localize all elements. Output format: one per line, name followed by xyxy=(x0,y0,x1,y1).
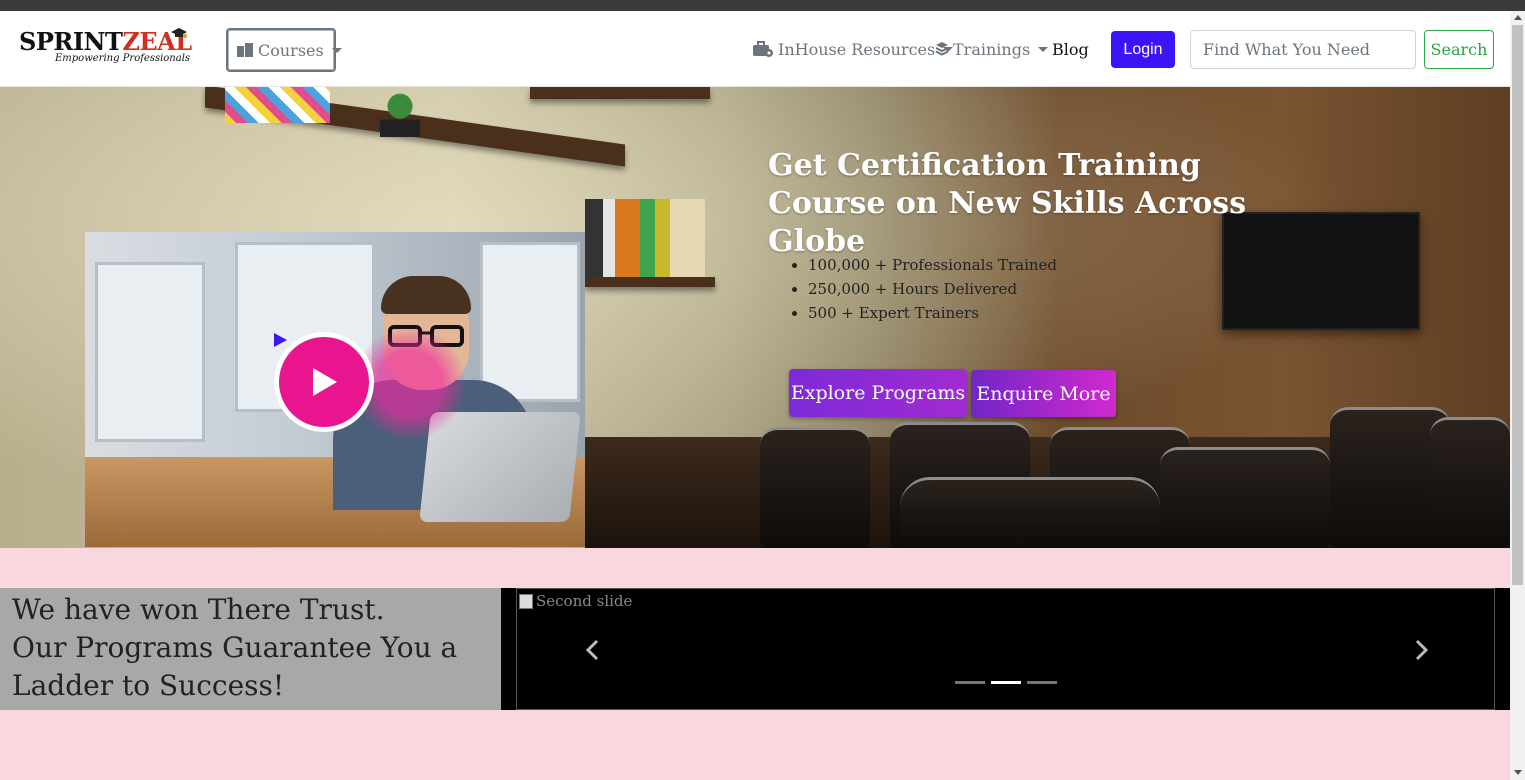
nav-blog-link[interactable]: Blog xyxy=(1052,37,1089,61)
shelf-decoration xyxy=(530,87,710,99)
chair-decoration xyxy=(1430,417,1510,548)
carousel-slide: Second slide xyxy=(516,588,1495,710)
navbar: SPRINTZEAL Empowering Professionals Cour… xyxy=(0,11,1510,87)
hero-stats-list: 100,000 + Professionals Trained 250,000 … xyxy=(808,253,1057,325)
chevron-right-icon xyxy=(1415,639,1429,661)
video-play-button[interactable] xyxy=(274,332,374,432)
books-decoration xyxy=(585,199,705,277)
toolbox-icon xyxy=(753,41,773,57)
chair-decoration xyxy=(1160,447,1330,548)
graduation-cap-icon xyxy=(171,28,187,38)
explore-programs-button[interactable]: Explore Programs xyxy=(789,369,967,417)
courses-dropdown-button[interactable]: Courses xyxy=(226,28,342,72)
hero-stat-item: 100,000 + Professionals Trained xyxy=(808,253,1057,277)
testimonial-carousel: Second slide xyxy=(501,588,1510,710)
chevron-down-icon xyxy=(331,47,342,53)
broken-image-icon xyxy=(519,593,533,609)
window-decoration xyxy=(95,262,205,442)
courses-label: Courses xyxy=(258,40,324,60)
hero-stat-item: 500 + Expert Trainers xyxy=(808,301,1057,325)
login-button[interactable]: Login xyxy=(1111,31,1175,68)
trust-heading-line1: We have won There Trust. xyxy=(12,593,385,626)
carousel-indicators xyxy=(955,681,1057,684)
plant-decoration xyxy=(380,93,420,137)
scroll-up-arrow-icon[interactable] xyxy=(1514,15,1522,20)
books-decoration xyxy=(225,87,330,123)
chevron-left-icon xyxy=(585,639,599,661)
chair-decoration xyxy=(900,477,1160,548)
brand-tagline: Empowering Professionals xyxy=(55,53,191,64)
small-play-icon xyxy=(274,333,287,347)
carousel-next-button[interactable] xyxy=(1412,637,1432,663)
hero-title: Get Certification Training Course on New… xyxy=(768,148,1247,259)
shelf-decoration xyxy=(585,277,715,287)
brand-name-part1: SPRINT xyxy=(19,27,123,56)
play-icon xyxy=(313,368,337,396)
carousel-indicator-2[interactable] xyxy=(991,681,1021,684)
brand-name: SPRINTZEAL xyxy=(19,27,192,56)
slide-image-alt: Second slide xyxy=(536,592,633,610)
trainings-label: Trainings xyxy=(953,39,1031,59)
book-icon xyxy=(237,43,253,57)
hero-stat-item: 250,000 + Hours Delivered xyxy=(808,277,1057,301)
enquire-more-button[interactable]: Enquire More xyxy=(971,370,1116,417)
hero-banner: Get Certification Training Course on New… xyxy=(0,87,1510,548)
carousel-prev-button[interactable] xyxy=(582,637,602,663)
nav-trainings[interactable]: Trainings xyxy=(936,37,1049,61)
inhouse-label: InHouse Resources xyxy=(778,39,936,59)
layers-icon xyxy=(936,42,948,56)
brand-logo[interactable]: SPRINTZEAL Empowering Professionals xyxy=(19,27,192,71)
page-scrollbar[interactable] xyxy=(1510,11,1525,780)
person-hair xyxy=(381,276,471,314)
trust-heading-line2: Our Programs Guarantee You a Ladder to S… xyxy=(12,631,458,702)
search-input[interactable] xyxy=(1190,30,1416,69)
scroll-down-arrow-icon[interactable] xyxy=(1514,770,1522,775)
browser-top-strip xyxy=(0,0,1525,11)
trust-section: We have won There Trust. Our Programs Gu… xyxy=(0,588,501,710)
carousel-indicator-1[interactable] xyxy=(955,681,985,684)
carousel-slide-image: Second slide xyxy=(519,592,632,610)
carousel-indicator-3[interactable] xyxy=(1027,681,1057,684)
scroll-thumb[interactable] xyxy=(1512,25,1523,585)
chair-decoration xyxy=(760,427,870,548)
nav-inhouse-resources[interactable]: InHouse Resources xyxy=(753,37,954,61)
search-button[interactable]: Search xyxy=(1424,30,1494,69)
chevron-down-icon xyxy=(1038,46,1049,52)
